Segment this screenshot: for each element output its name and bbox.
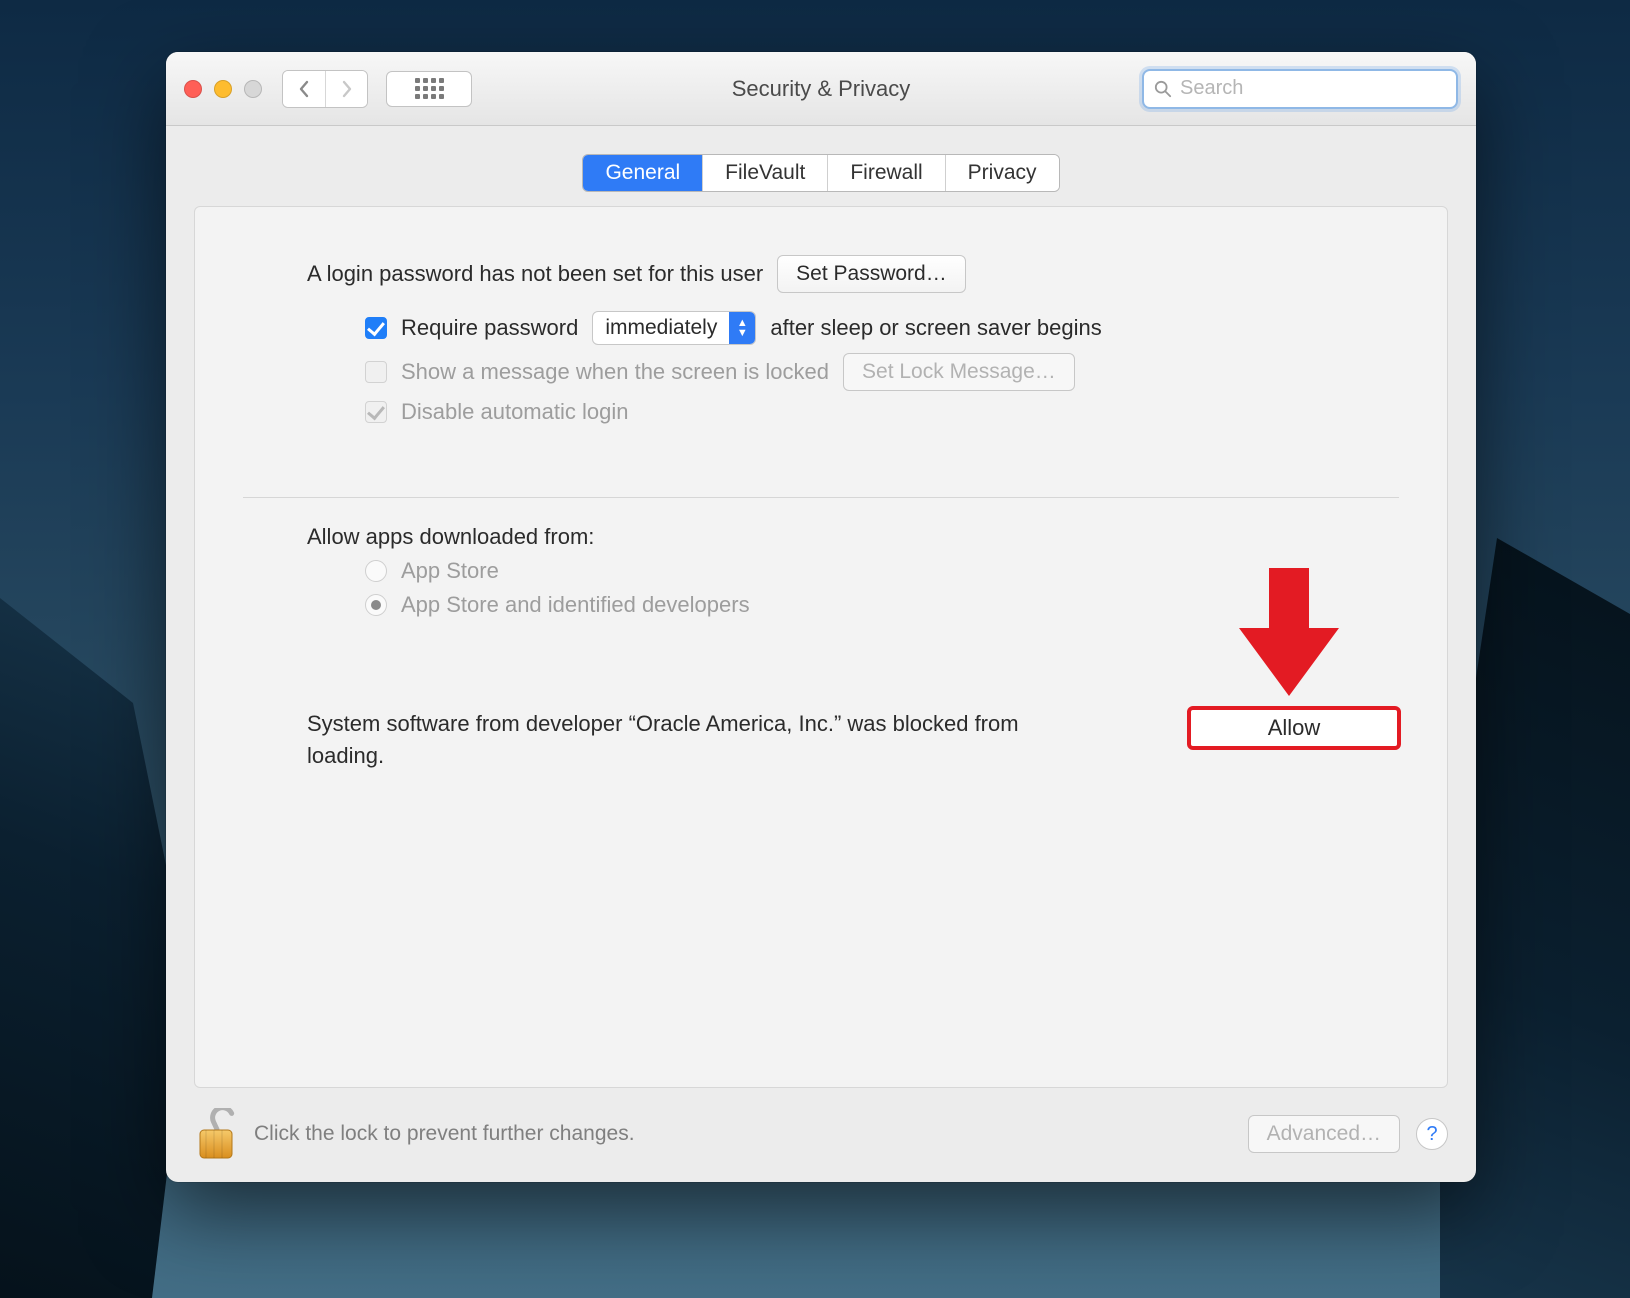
require-password-label: Require password bbox=[401, 315, 578, 341]
help-button[interactable]: ? bbox=[1416, 1118, 1448, 1150]
radio-identified-label: App Store and identified developers bbox=[401, 592, 750, 618]
forward-button[interactable] bbox=[325, 71, 367, 107]
tab-firewall[interactable]: Firewall bbox=[827, 155, 944, 191]
tab-general[interactable]: General bbox=[583, 155, 702, 191]
search-input[interactable] bbox=[1180, 77, 1446, 100]
traffic-lights bbox=[184, 80, 262, 98]
set-password-button[interactable]: Set Password… bbox=[777, 255, 966, 293]
radio-app-store bbox=[365, 560, 387, 582]
disable-auto-login-row: Disable automatic login bbox=[365, 399, 1399, 425]
disable-auto-login-checkbox bbox=[365, 401, 387, 423]
allow-button-wrap: Allow bbox=[1189, 708, 1399, 748]
chevron-right-icon bbox=[340, 80, 354, 98]
close-window-button[interactable] bbox=[184, 80, 202, 98]
login-password-row: A login password has not been set for th… bbox=[307, 255, 1399, 293]
require-password-checkbox[interactable] bbox=[365, 317, 387, 339]
annotation-arrow-icon bbox=[1239, 568, 1339, 698]
lock-hint-text: Click the lock to prevent further change… bbox=[254, 1122, 635, 1146]
advanced-button: Advanced… bbox=[1248, 1115, 1400, 1153]
require-password-delay-value: immediately bbox=[593, 316, 729, 340]
lock-open-icon[interactable] bbox=[194, 1108, 238, 1160]
wallpaper-rock-left bbox=[0, 598, 190, 1298]
preferences-window: Security & Privacy General FileVault Fir… bbox=[166, 52, 1476, 1182]
nav-back-forward bbox=[282, 70, 368, 108]
search-icon bbox=[1154, 80, 1172, 98]
require-password-row: Require password immediately ▲▼ after sl… bbox=[365, 311, 1399, 345]
show-message-label: Show a message when the screen is locked bbox=[401, 359, 829, 385]
search-field-wrap[interactable] bbox=[1142, 69, 1458, 109]
grid-icon bbox=[415, 78, 444, 99]
login-password-text: A login password has not been set for th… bbox=[307, 261, 763, 287]
allow-button[interactable]: Allow bbox=[1189, 708, 1399, 748]
zoom-window-button bbox=[244, 80, 262, 98]
chevron-left-icon bbox=[297, 80, 311, 98]
allow-apps-heading: Allow apps downloaded from: bbox=[307, 524, 594, 550]
tab-filevault[interactable]: FileVault bbox=[702, 155, 827, 191]
minimize-window-button[interactable] bbox=[214, 80, 232, 98]
general-panel: A login password has not been set for th… bbox=[194, 206, 1448, 1088]
allow-apps-heading-row: Allow apps downloaded from: bbox=[307, 524, 1399, 550]
titlebar: Security & Privacy bbox=[166, 52, 1476, 126]
divider bbox=[243, 497, 1399, 498]
show-message-checkbox bbox=[365, 361, 387, 383]
tab-privacy[interactable]: Privacy bbox=[945, 155, 1059, 191]
require-password-delay-select[interactable]: immediately ▲▼ bbox=[592, 311, 756, 345]
set-lock-message-button: Set Lock Message… bbox=[843, 353, 1075, 391]
radio-identified-row: App Store and identified developers bbox=[365, 592, 1399, 618]
footer: Click the lock to prevent further change… bbox=[166, 1088, 1476, 1182]
back-button[interactable] bbox=[283, 71, 325, 107]
radio-identified-developers bbox=[365, 594, 387, 616]
window-title: Security & Privacy bbox=[732, 76, 911, 102]
radio-app-store-row: App Store bbox=[365, 558, 1399, 584]
blocked-software-row: System software from developer “Oracle A… bbox=[243, 708, 1399, 772]
disable-auto-login-label: Disable automatic login bbox=[401, 399, 628, 425]
tabs-row: General FileVault Firewall Privacy bbox=[166, 154, 1476, 192]
tab-bar: General FileVault Firewall Privacy bbox=[582, 154, 1059, 192]
stepper-arrows-icon: ▲▼ bbox=[729, 312, 755, 344]
require-password-after-label: after sleep or screen saver begins bbox=[770, 315, 1101, 341]
show-message-row: Show a message when the screen is locked… bbox=[365, 353, 1399, 391]
radio-app-store-label: App Store bbox=[401, 558, 499, 584]
show-all-prefs-button[interactable] bbox=[386, 71, 472, 107]
blocked-software-text: System software from developer “Oracle A… bbox=[307, 708, 1087, 772]
